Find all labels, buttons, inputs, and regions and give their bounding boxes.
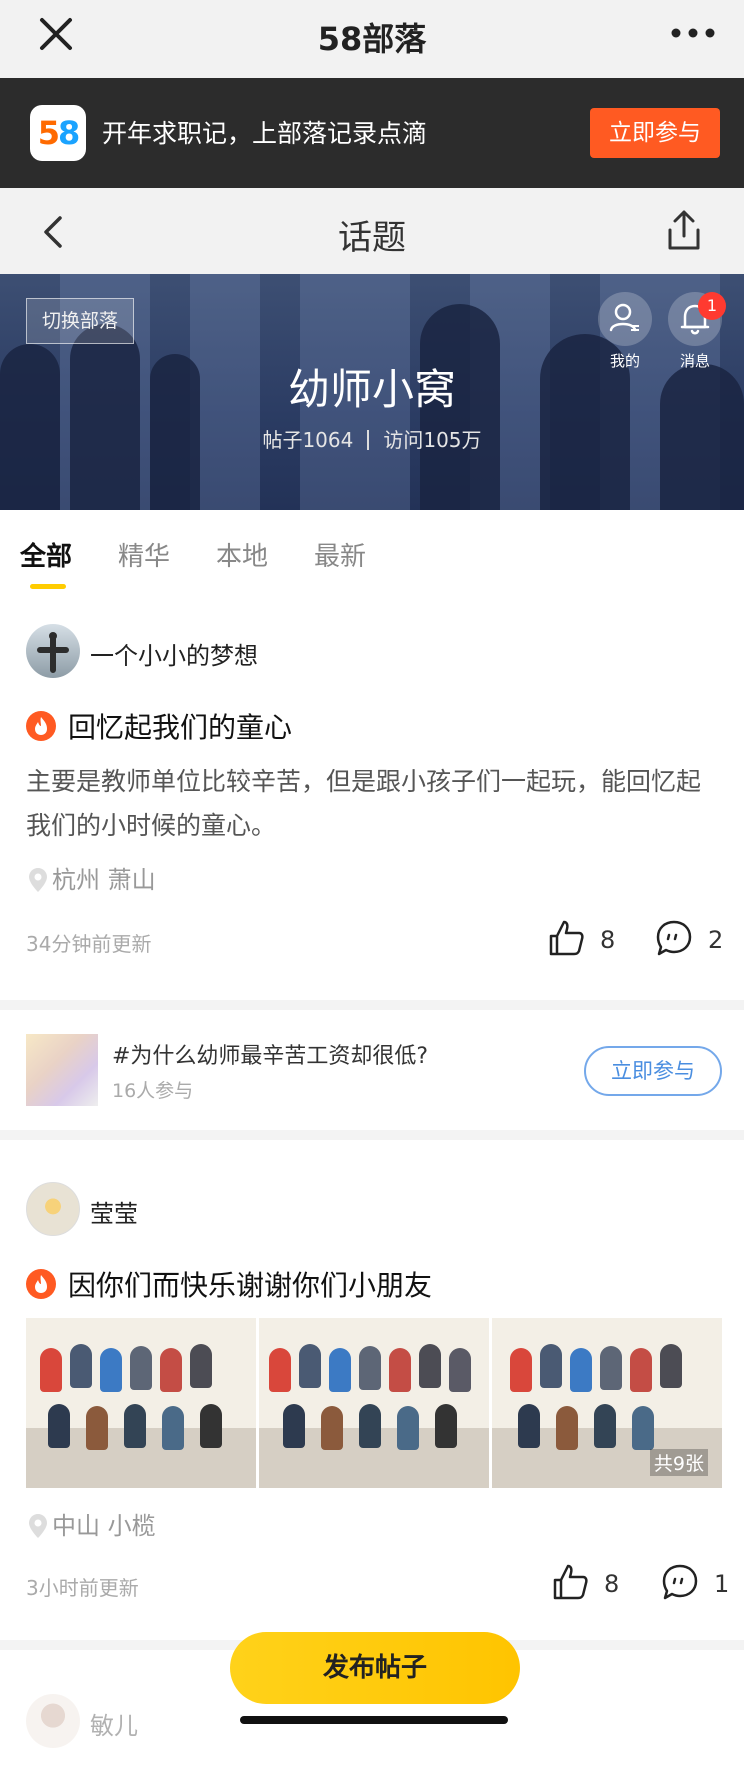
- messages-label: 消息: [679, 352, 710, 370]
- like-count: 8: [600, 926, 616, 954]
- thumbs-up-icon: [553, 1564, 588, 1600]
- publish-post-button[interactable]: 发布帖子: [230, 1632, 520, 1704]
- page-title: 话题: [338, 218, 406, 258]
- post-title-text: 因你们而快乐谢谢你们小朋友: [68, 1269, 433, 1302]
- home-indicator: [240, 1716, 508, 1724]
- topic-participants: 16人参与: [112, 1080, 194, 1102]
- post-body: 主要是教师单位比较辛苦，但是跟小孩子们一起玩，能回忆起我们的小时候的童心。: [26, 767, 702, 840]
- avatar[interactable]: [26, 1694, 80, 1748]
- top-bar: 58部落: [0, 0, 744, 78]
- author-name[interactable]: 莹莹: [90, 1194, 138, 1229]
- post-title[interactable]: 因你们而快乐谢谢你们小朋友: [26, 1264, 432, 1304]
- tribe-stats: 帖子1064 访问105万: [0, 424, 744, 453]
- switch-tribe-button[interactable]: 切换部落: [26, 298, 134, 344]
- banner-text: 开年求职记，上部落记录点滴: [102, 119, 428, 148]
- user-icon: [609, 303, 639, 332]
- post-title[interactable]: 回忆起我们的童心: [26, 706, 292, 746]
- banner-join-button[interactable]: 立即参与: [590, 108, 720, 158]
- tab-local[interactable]: 本地: [216, 536, 268, 573]
- photo-grid: 共9张: [26, 1318, 722, 1488]
- divider: [0, 1000, 744, 1010]
- avatar[interactable]: [26, 624, 80, 678]
- tribe-hero: 切换部落 幼师小窝 帖子1064 访问105万 我的 1 消息: [0, 274, 744, 510]
- my-profile-button[interactable]: [598, 292, 652, 346]
- post-title-text: 回忆起我们的童心: [68, 711, 293, 744]
- tab-latest[interactable]: 最新: [314, 536, 366, 573]
- share-icon[interactable]: [664, 208, 704, 252]
- author-name[interactable]: 一个小小的梦想: [90, 636, 258, 671]
- location-pin-icon: [29, 868, 47, 892]
- comment-button[interactable]: 2: [654, 918, 723, 958]
- post-location: 中山 小榄: [28, 1506, 156, 1541]
- post-time: 3小时前更新: [26, 1576, 139, 1600]
- comment-icon: [662, 1564, 698, 1600]
- hot-icon: [26, 1269, 56, 1299]
- location-pin-icon: [29, 1514, 47, 1538]
- message-badge: 1: [698, 292, 726, 320]
- topic-card[interactable]: #为什么幼师最辛苦工资却很低? 16人参与 立即参与: [0, 1010, 744, 1130]
- post-card[interactable]: 一个小小的梦想 回忆起我们的童心 主要是教师单位比较辛苦，但是跟小孩子们一起玩，…: [0, 596, 744, 1000]
- promo-banner: 58 开年求职记，上部落记录点滴 立即参与: [0, 78, 744, 188]
- comment-button[interactable]: 1: [660, 1562, 729, 1602]
- tab-featured[interactable]: 精华: [118, 536, 170, 573]
- visits-stat: 访问105万: [383, 428, 482, 452]
- post-location: 杭州 萧山: [28, 860, 156, 895]
- app-title: 58部落: [317, 20, 427, 58]
- post-photo[interactable]: [259, 1318, 489, 1488]
- posts-stat: 帖子1064: [262, 428, 354, 452]
- divider: [0, 1130, 744, 1140]
- author-name[interactable]: 敏儿: [90, 1706, 138, 1741]
- filter-tabs: 全部 精华 本地 最新: [0, 510, 744, 596]
- thumbs-up-icon: [549, 920, 584, 956]
- post-photo[interactable]: 共9张: [492, 1318, 722, 1488]
- comment-count: 2: [708, 926, 724, 954]
- topic-join-button[interactable]: 立即参与: [584, 1046, 722, 1096]
- avatar[interactable]: [26, 1182, 80, 1236]
- like-count: 8: [604, 1570, 620, 1598]
- my-label: 我的: [609, 352, 640, 370]
- tab-all[interactable]: 全部: [20, 536, 72, 573]
- location-text: 杭州 萧山: [52, 866, 156, 894]
- comment-count: 1: [714, 1570, 730, 1598]
- 58-logo: 58: [30, 105, 86, 161]
- photo-count-label: 共9张: [649, 1449, 708, 1476]
- topic-title[interactable]: #为什么幼师最辛苦工资却很低?: [112, 1038, 428, 1070]
- active-tab-indicator: [30, 584, 66, 589]
- comment-icon: [656, 920, 692, 956]
- post-time: 34分钟前更新: [26, 932, 152, 956]
- post-photo[interactable]: [26, 1318, 256, 1488]
- more-icon[interactable]: [668, 18, 718, 48]
- hot-icon: [26, 711, 56, 741]
- like-button[interactable]: 8: [550, 1562, 619, 1602]
- page-header: 话题: [0, 188, 744, 274]
- topic-thumbnail: [26, 1034, 98, 1106]
- like-button[interactable]: 8: [546, 918, 615, 958]
- location-text: 中山 小榄: [52, 1512, 156, 1540]
